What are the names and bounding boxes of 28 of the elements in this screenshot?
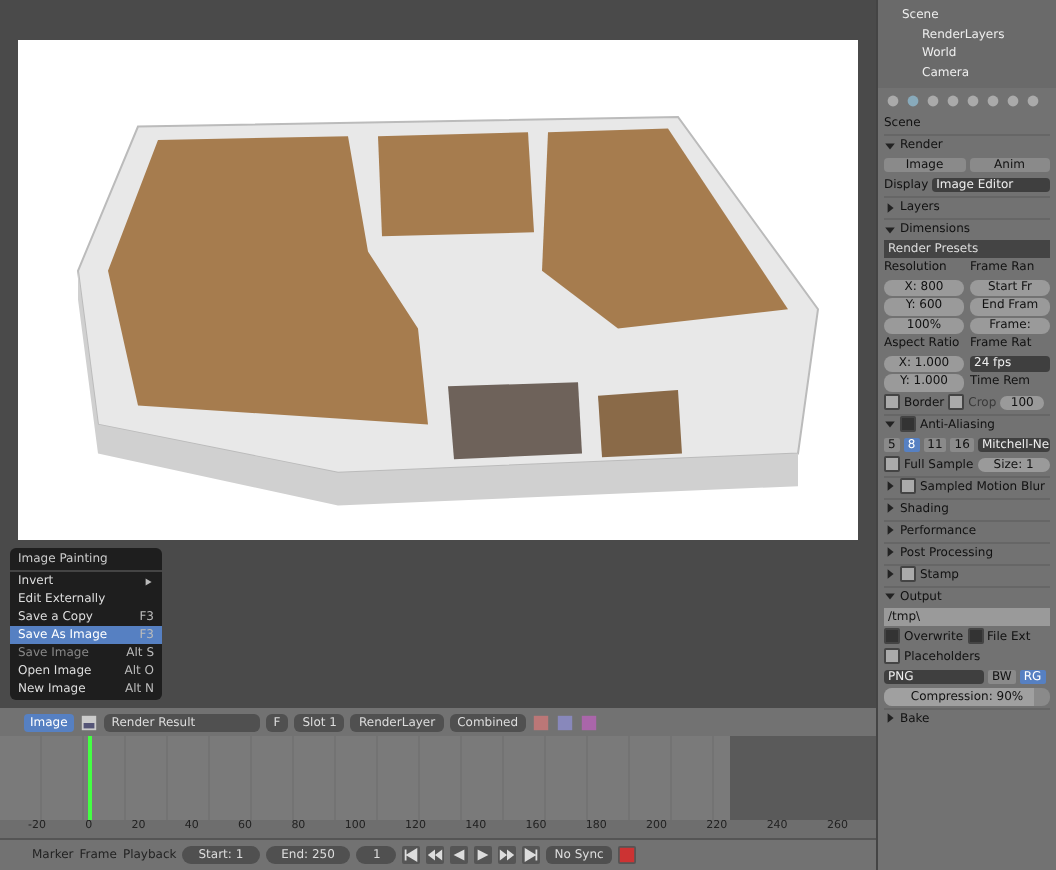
checkbox[interactable]: [884, 628, 900, 644]
expand-arrow-icon[interactable]: [884, 223, 896, 235]
image-icon[interactable]: [79, 713, 98, 732]
checkbox[interactable]: [900, 416, 916, 432]
expand-arrow-icon[interactable]: [884, 502, 896, 514]
expand-arrow-icon[interactable]: [884, 418, 896, 430]
expand-arrow-icon[interactable]: [884, 712, 896, 724]
checkbox[interactable]: [967, 628, 984, 644]
checkbox[interactable]: [900, 478, 916, 494]
checkbox[interactable]: [884, 648, 900, 664]
expand-arrow-icon[interactable]: [884, 568, 896, 580]
checkbox[interactable]: [884, 394, 900, 410]
play-reverse-icon[interactable]: [450, 846, 469, 865]
next-keyframe-icon[interactable]: [498, 846, 517, 865]
expand-arrow-icon[interactable]: [884, 139, 896, 151]
jump-start-icon[interactable]: [402, 846, 421, 865]
checkbox[interactable]: [900, 566, 916, 582]
expand-arrow-icon[interactable]: [884, 546, 896, 558]
expand-arrow-icon[interactable]: [884, 201, 896, 213]
checkbox[interactable]: [948, 394, 965, 410]
expand-arrow-icon[interactable]: [884, 480, 896, 492]
play-icon[interactable]: [474, 846, 493, 865]
submenu-arrow-icon: [142, 575, 154, 587]
expand-arrow-icon[interactable]: [884, 524, 896, 536]
expand-arrow-icon[interactable]: [884, 590, 896, 602]
prev-keyframe-icon[interactable]: [426, 846, 445, 865]
jump-end-icon[interactable]: [522, 846, 541, 865]
checkbox[interactable]: [884, 456, 900, 472]
